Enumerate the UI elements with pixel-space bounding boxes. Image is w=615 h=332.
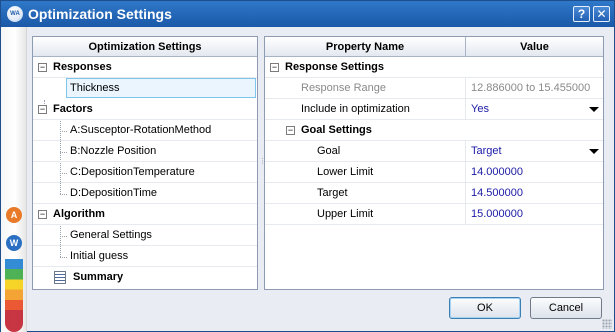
optimization-settings-window: WA Optimization Settings ? ✕ A W Optimiz… [0,0,615,332]
help-button[interactable]: ? [573,6,590,22]
tree-header: Optimization Settings [33,37,257,57]
goal-label: Goal [317,145,341,157]
factors-label: Factors [53,103,93,115]
goal-settings-label: Goal Settings [301,124,372,136]
tree-item-factor-a[interactable]: A:Susceptor-RotationMethod [33,120,257,141]
response-settings-label: Response Settings [285,61,385,73]
response-range-label: Response Range [301,82,387,94]
property-row-response-range: Response Range 12.886000 to 15.455000 [265,78,603,99]
settings-tree-panel: Optimization Settings − Responses Thickn… [32,36,258,290]
goal-value: Target [471,145,502,157]
target-label: Target [317,187,348,199]
left-branding-strip: A W [1,27,27,332]
property-grid-panel: Property Name Value − Response Settings … [264,36,604,290]
include-value: Yes [471,103,489,115]
property-name-header: Property Name [265,37,466,57]
dropdown-arrow-icon[interactable] [589,149,599,154]
property-name-cell: Upper Limit [265,204,466,225]
response-range-value: 12.886000 to 15.455000 [471,82,591,94]
tree-item-factor-c[interactable]: C:DepositionTemperature [33,162,257,183]
resize-grip-icon[interactable] [602,319,612,329]
factor-c-label: C:DepositionTemperature [70,166,195,178]
include-dropdown[interactable]: Yes [466,99,603,120]
property-row-goal[interactable]: Goal Target [265,141,603,162]
property-row-include[interactable]: Include in optimization Yes [265,99,603,120]
property-row-lower-limit[interactable]: Lower Limit 14.000000 [265,162,603,183]
lower-limit-label: Lower Limit [317,166,374,178]
blue-w-icon: W [6,235,22,251]
general-settings-label: General Settings [70,229,152,241]
property-row-upper-limit[interactable]: Upper Limit 15.000000 [265,204,603,225]
responses-label: Responses [53,61,112,73]
tree-node-algorithm[interactable]: − Algorithm [33,204,257,225]
target-value: 14.500000 [471,187,523,199]
splitter-grip-icon: ⋮ [259,158,266,165]
title-bar[interactable]: WA Optimization Settings ? ✕ [1,1,614,27]
weibull-app-icon: WA [7,6,23,22]
factor-a-label: A:Susceptor-RotationMethod [70,124,212,136]
property-value-cell: 12.886000 to 15.455000 [466,78,603,99]
response-settings-section[interactable]: − Response Settings [265,57,603,78]
upper-limit-value: 15.000000 [471,208,523,220]
initial-guess-label: Initial guess [70,250,129,262]
collapse-icon[interactable]: − [38,63,47,72]
lower-limit-field[interactable]: 14.000000 [466,162,603,183]
upper-limit-field[interactable]: 15.000000 [466,204,603,225]
tree-item-initial-guess[interactable]: Initial guess [33,246,257,267]
summary-list-icon [54,271,66,284]
property-name-cell: Goal [265,141,466,162]
tree-node-responses[interactable]: − Responses [33,57,257,78]
dropdown-arrow-icon[interactable] [589,107,599,112]
summary-label: Summary [73,271,124,283]
thickness-label: Thickness [70,82,120,94]
include-label: Include in optimization [301,103,410,115]
property-row-target[interactable]: Target 14.500000 [265,183,603,204]
value-header: Value [466,37,603,57]
tree-node-summary[interactable]: Summary [33,267,257,288]
collapse-icon[interactable]: − [270,63,279,72]
lower-limit-value: 14.000000 [471,166,523,178]
property-name-cell: Include in optimization [265,99,466,120]
property-name-cell: Target [265,183,466,204]
property-name-cell: Response Range [265,78,466,99]
goal-settings-section[interactable]: − Goal Settings [265,120,603,141]
color-ribbon-decoration [5,259,23,332]
factor-d-label: D:DepositionTime [70,187,158,199]
orange-a-icon: A [6,207,22,223]
tree-item-general-settings[interactable]: General Settings [33,225,257,246]
close-button[interactable]: ✕ [593,6,610,22]
window-title: Optimization Settings [28,6,172,22]
factor-b-label: B:Nozzle Position [70,145,157,157]
target-field[interactable]: 14.500000 [466,183,603,204]
property-name-cell: Lower Limit [265,162,466,183]
algorithm-label: Algorithm [53,208,105,220]
tree-item-factor-d[interactable]: D:DepositionTime [33,183,257,204]
collapse-icon[interactable]: − [286,126,295,135]
upper-limit-label: Upper Limit [317,208,374,220]
goal-dropdown[interactable]: Target [466,141,603,162]
tree-item-factor-b[interactable]: B:Nozzle Position [33,141,257,162]
collapse-icon[interactable]: − [38,105,47,114]
ok-button[interactable]: OK [449,297,521,319]
cancel-button[interactable]: Cancel [530,297,602,319]
collapse-icon[interactable]: − [38,210,47,219]
tree-node-factors[interactable]: − Factors [33,99,257,120]
